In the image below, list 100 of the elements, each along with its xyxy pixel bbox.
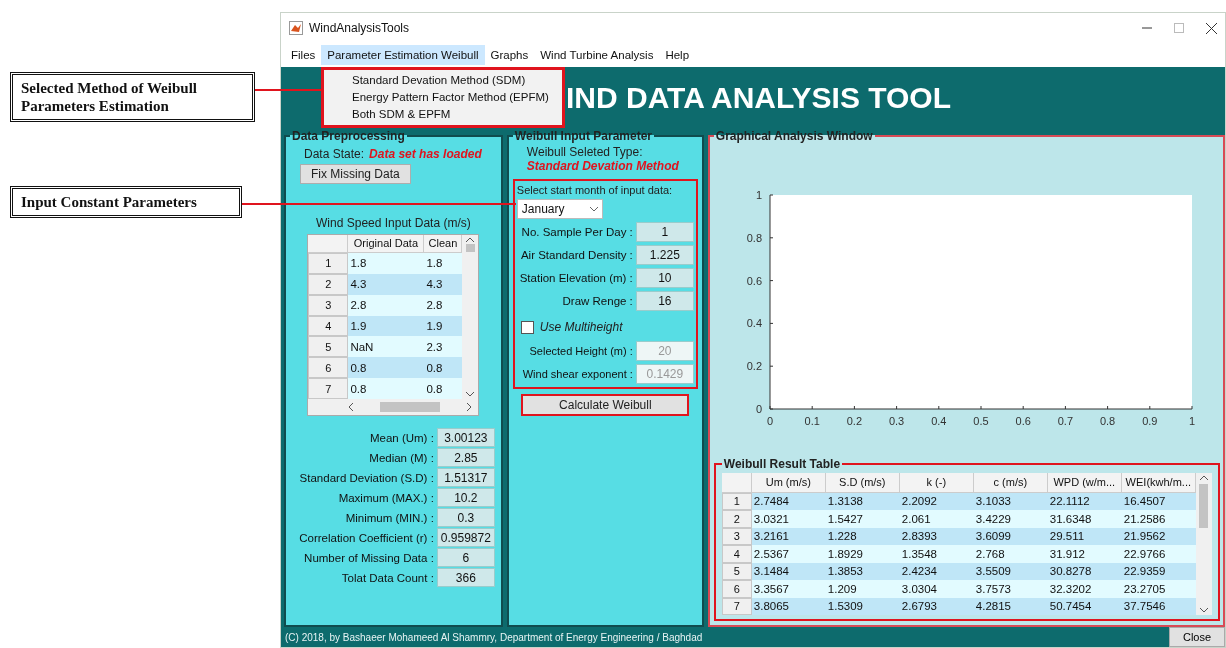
scroll-left-icon: [348, 403, 354, 411]
menu-option[interactable]: Energy Pattern Factor Method (EPFM): [324, 89, 562, 106]
column-header: S.D (m/s): [825, 472, 900, 493]
stat-value: 366: [436, 568, 495, 587]
table-cell: 4.3: [348, 273, 425, 295]
table-cell: 3.0304: [899, 580, 974, 598]
close-button[interactable]: Close: [1169, 627, 1225, 647]
annotation-label: Input Constant Parameters: [10, 186, 242, 218]
row-header: 6: [308, 357, 349, 379]
field-label: Draw Renge :: [561, 295, 633, 307]
menu-item[interactable]: Wind Turbine Analysis: [534, 45, 660, 65]
x-tick-label: 0.3: [888, 415, 905, 427]
scroll-right-icon: [467, 403, 473, 411]
field-label: Wind shear exponent :: [521, 368, 633, 380]
field-label: No. Sample Per Day :: [520, 226, 633, 238]
close-icon[interactable]: [1206, 22, 1217, 34]
x-tick-label: 0.5: [973, 415, 989, 427]
column-header: c (m/s): [973, 472, 1048, 493]
scroll-down-icon: [1199, 608, 1208, 613]
y-tick-label: 0: [755, 403, 762, 415]
y-tick-label: 1: [755, 189, 762, 201]
state-value: Data set has loaded: [369, 147, 482, 161]
window-title: WindAnalysisTools: [309, 21, 410, 35]
checkbox[interactable]: [520, 320, 534, 334]
x-tick-label: 0.4: [930, 415, 947, 427]
stat-label: Tolat Data Count :: [341, 571, 434, 584]
table-cell: 32.3202: [1047, 580, 1122, 598]
table-cell: 2.5367: [751, 545, 826, 563]
menu-option[interactable]: Standard Devation Method (SDM): [324, 72, 562, 89]
scrollbar-thumb[interactable]: [1199, 483, 1209, 528]
table-cell: 0.8: [424, 357, 463, 379]
row-header: 3: [308, 294, 349, 316]
scroll-up-icon: [466, 237, 475, 242]
checkbox-label: Use Multiheight: [539, 320, 623, 334]
stat-value: 1.51317: [436, 468, 495, 487]
table-cell: 31.6348: [1047, 510, 1122, 528]
menu-item[interactable]: Files: [285, 45, 322, 65]
table-cell: 0.8: [424, 378, 463, 399]
table-cell: 2.768: [973, 545, 1048, 563]
table-cell: 23.2705: [1121, 580, 1196, 598]
input-field[interactable]: 1.225: [635, 245, 694, 265]
column-header: Original Data: [348, 235, 425, 253]
calculate-button[interactable]: Calculate Weibull: [521, 394, 690, 416]
input-field[interactable]: 16: [635, 291, 694, 311]
stat-label: Mean (Um) :: [369, 431, 434, 444]
row-header: 5: [308, 336, 349, 358]
scrollbar-thumb[interactable]: [465, 244, 475, 252]
stat-value: 3.00123: [436, 428, 495, 447]
table-cell: 1.8: [348, 252, 425, 274]
stat-value: 0.3: [436, 508, 495, 527]
table-cell: 3.0321: [751, 510, 826, 528]
menu-item[interactable]: Help: [659, 45, 696, 65]
stat-value: 0.959872: [436, 528, 495, 547]
scrollbar-thumb[interactable]: [380, 402, 441, 412]
app-logo-icon: [289, 21, 303, 35]
row-header: 6: [721, 580, 752, 598]
row-header: 2: [308, 273, 349, 295]
maximize-icon[interactable]: [1174, 23, 1184, 33]
menu-item[interactable]: Graphs: [484, 45, 535, 65]
menu-option[interactable]: Both SDM & EPFM: [324, 106, 562, 123]
input-field[interactable]: 1: [635, 222, 694, 242]
field-label: Air Standard Density :: [519, 249, 633, 261]
scroll-up-icon: [1199, 474, 1208, 480]
y-tick-label: 0.8: [746, 231, 762, 244]
stat-label: Maximum (MAX.) :: [338, 491, 434, 504]
table-cell: 3.7573: [973, 580, 1048, 598]
banner-title: IND DATA ANALYSIS TOOL: [566, 80, 952, 115]
column-header: Um (m/s): [751, 472, 826, 493]
table-cell: 1.5427: [825, 510, 900, 528]
table-cell: 1.8: [424, 252, 463, 274]
table-cell: 2.8: [424, 294, 463, 316]
vertical-scrollbar[interactable]: [462, 235, 479, 399]
row-header: 2: [721, 510, 752, 528]
fix-missing-data-button[interactable]: Fix Missing Data: [300, 164, 411, 184]
menu-item[interactable]: Parameter Estimation Weibull: [321, 45, 485, 65]
y-tick-label: 0.2: [746, 360, 762, 373]
field-label: Station Elevation (m) :: [518, 272, 633, 284]
table-cell: 0.8: [348, 357, 425, 379]
stat-label: Median (M) :: [369, 451, 434, 464]
chevron-icon: [589, 206, 598, 212]
table-cell: NaN: [348, 336, 425, 358]
table-cell: 3.4229: [973, 510, 1048, 528]
table-cell: 31.912: [1047, 545, 1122, 563]
input-field[interactable]: 10: [635, 268, 694, 288]
y-tick-label: 0.4: [746, 317, 762, 330]
column-header: k (-): [899, 472, 974, 493]
x-tick-label: 1: [1188, 415, 1195, 427]
stat-label: Minimum (MIN.) :: [345, 511, 434, 524]
horizontal-scrollbar[interactable]: [308, 399, 479, 415]
month-label: Select start month of input data:: [516, 184, 674, 196]
table-cell: 1.8929: [825, 545, 900, 563]
table-cell: 21.2586: [1121, 510, 1196, 528]
table-cell: 1.9: [424, 315, 463, 337]
table-cell: 22.9766: [1121, 545, 1196, 563]
month-select[interactable]: January: [516, 199, 603, 219]
stat-value: 6: [436, 548, 495, 567]
table-title: Wind Speed Input Data (m/s): [316, 216, 471, 230]
table-cell: 3.3567: [751, 580, 826, 598]
table-cell: 0.8: [348, 378, 425, 399]
x-tick-label: 0: [766, 415, 773, 427]
